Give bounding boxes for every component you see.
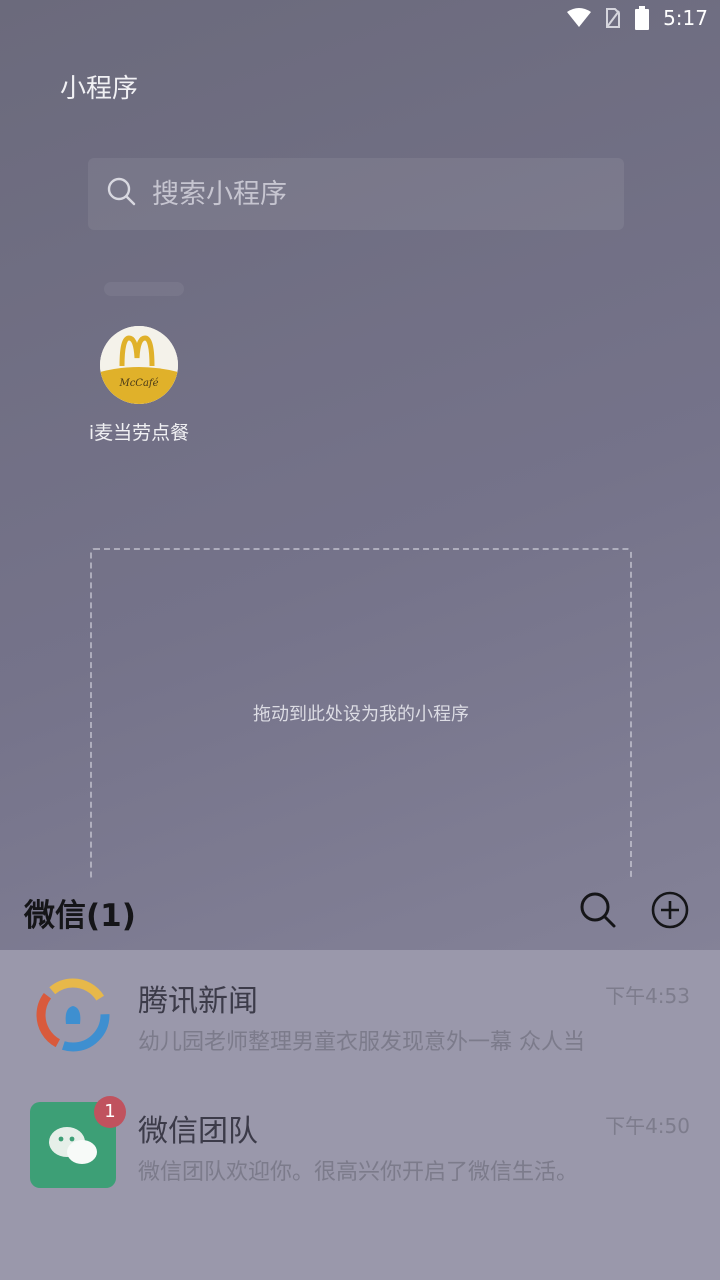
chat-item-wechat-team[interactable]: 1 微信团队 下午4:50 微信团队欢迎你。很高兴你开启了微信生活。 xyxy=(0,1076,720,1202)
battery-icon xyxy=(635,6,650,30)
chat-name: 腾讯新闻 xyxy=(138,984,258,1019)
miniprogram-search-bar[interactable] xyxy=(88,158,624,230)
chat-list: 腾讯新闻 下午4:53 幼儿园老师整理男童衣服发现意外一幕 众人当 1 微信团队… xyxy=(0,950,720,1280)
chat-preview: 微信团队欢迎你。很高兴你开启了微信生活。 xyxy=(138,1160,579,1185)
miniprogram-search-input[interactable] xyxy=(150,177,574,211)
recent-section-label xyxy=(104,282,184,296)
tencent-news-icon xyxy=(30,972,116,1058)
drop-zone[interactable]: 拖动到此处设为我的小程序 xyxy=(90,548,632,880)
miniprogram-app-mcdonalds[interactable]: McCafé i麦当劳点餐 xyxy=(84,326,194,445)
plus-circle-icon xyxy=(650,891,690,934)
unread-badge: 1 xyxy=(94,1096,126,1128)
wechat-header: 微信(1) xyxy=(0,870,720,950)
status-bar: 5:17 xyxy=(0,0,720,36)
no-sim-icon xyxy=(605,7,621,29)
wechat-add-button[interactable] xyxy=(650,890,690,934)
wifi-icon xyxy=(567,8,592,28)
miniprogram-app-name: i麦当劳点餐 xyxy=(88,422,190,444)
chat-item-tencent-news[interactable]: 腾讯新闻 下午4:53 幼儿园老师整理男童衣服发现意外一幕 众人当 xyxy=(0,950,720,1076)
svg-text:McCafé: McCafé xyxy=(118,378,158,389)
mcdonalds-mccafe-icon: McCafé xyxy=(100,326,178,404)
chat-name: 微信团队 xyxy=(138,1114,258,1149)
miniprogram-title: 小程序 xyxy=(60,74,139,104)
status-time: 5:17 xyxy=(663,6,708,30)
wechat-search-button[interactable] xyxy=(578,890,618,934)
chat-time: 下午4:50 xyxy=(605,1114,690,1138)
drop-zone-hint: 拖动到此处设为我的小程序 xyxy=(253,704,469,725)
search-icon xyxy=(578,892,618,934)
chat-time: 下午4:53 xyxy=(605,984,690,1008)
wechat-title: 微信(1) xyxy=(24,898,136,934)
chat-preview: 幼儿园老师整理男童衣服发现意外一幕 众人当 xyxy=(138,1030,585,1055)
search-icon xyxy=(106,176,138,212)
